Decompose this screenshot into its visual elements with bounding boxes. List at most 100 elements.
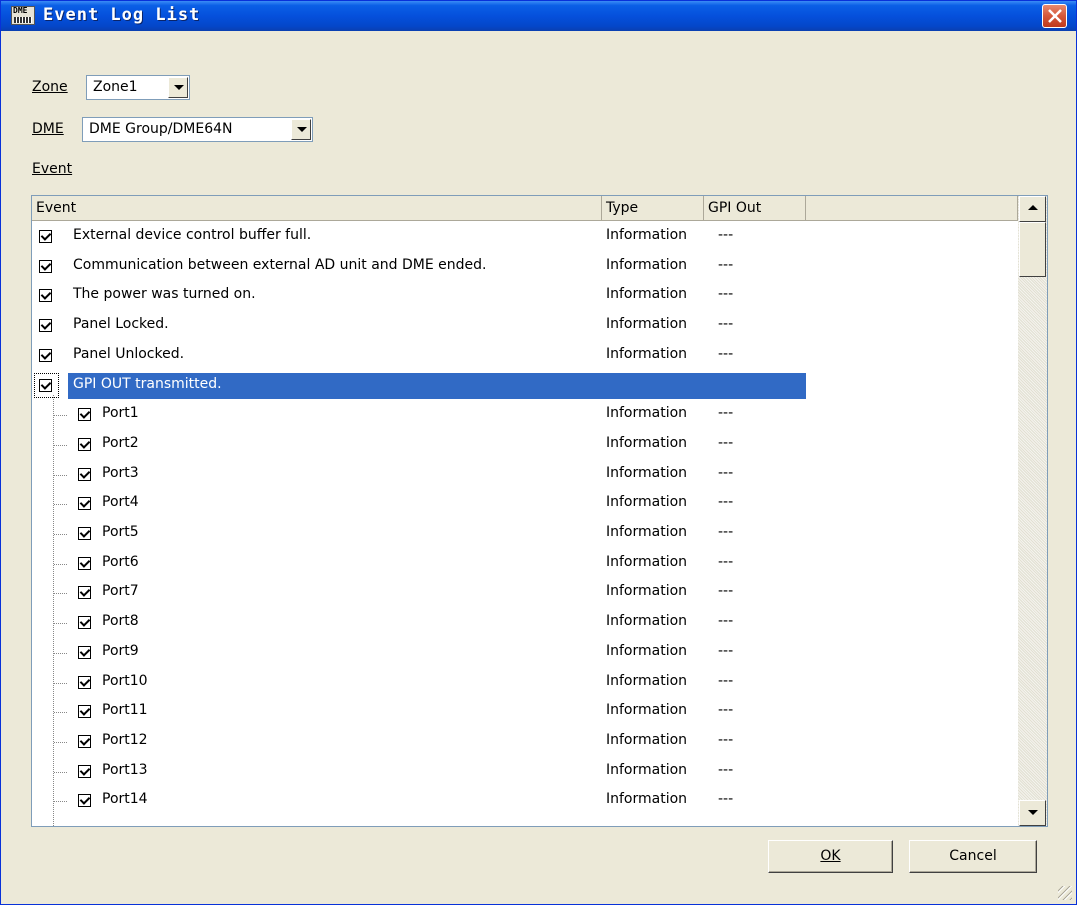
table-row[interactable]: Port8 Information --- — [32, 608, 1018, 638]
event-checkbox[interactable] — [78, 408, 91, 421]
table-row[interactable]: Port3 Information --- — [32, 460, 1018, 490]
column-header-gpi-out[interactable]: GPI Out — [704, 196, 806, 221]
resize-grip-icon[interactable] — [1058, 886, 1072, 900]
event-gpi-out: --- — [718, 405, 734, 421]
event-gpi-out: --- — [718, 673, 734, 689]
arrow-down-icon — [1028, 810, 1038, 815]
event-type: Information — [606, 791, 688, 807]
table-row[interactable]: Port4 Information --- — [32, 489, 1018, 519]
event-type: Information — [606, 346, 688, 362]
event-gpi-out: --- — [718, 465, 734, 481]
chevron-down-icon — [174, 85, 184, 90]
event-type: Information — [606, 465, 688, 481]
dme-label: DME — [32, 121, 64, 137]
event-name: Panel Locked. — [73, 316, 169, 332]
event-checkbox[interactable] — [78, 794, 91, 807]
event-name: Communication between external AD unit a… — [73, 257, 487, 273]
tree-vertical-line — [53, 395, 55, 826]
event-checkbox[interactable] — [39, 379, 52, 392]
event-checkbox[interactable] — [78, 586, 91, 599]
event-checkbox[interactable] — [78, 438, 91, 451]
table-row[interactable]: Port5 Information --- — [32, 519, 1018, 549]
dme-dropdown-button[interactable] — [291, 119, 311, 140]
event-checkbox[interactable] — [78, 646, 91, 659]
event-checkbox[interactable] — [78, 557, 91, 570]
table-row[interactable]: Panel Locked. Information --- — [32, 311, 1018, 341]
table-row[interactable]: Port7 Information --- — [32, 578, 1018, 608]
event-name: Port9 — [102, 643, 139, 659]
event-checkbox[interactable] — [78, 527, 91, 540]
event-checkbox[interactable] — [78, 616, 91, 629]
title-bar[interactable]: DME Event Log List — [1, 1, 1076, 31]
tree-connector — [54, 475, 67, 476]
scroll-down-button[interactable] — [1019, 800, 1046, 826]
event-checkbox[interactable] — [78, 497, 91, 510]
zone-select[interactable]: Zone1 — [86, 75, 190, 100]
column-header-type[interactable]: Type — [602, 196, 704, 221]
event-name: Panel Unlocked. — [73, 346, 185, 362]
table-row[interactable]: Port10 Information --- — [32, 668, 1018, 698]
event-type: Information — [606, 494, 688, 510]
event-gpi-out: --- — [718, 583, 734, 599]
event-type: Information — [606, 405, 688, 421]
event-checkbox[interactable] — [78, 468, 91, 481]
event-list[interactable]: Event Type GPI Out External device contr… — [31, 195, 1048, 827]
event-name: External device control buffer full. — [73, 227, 312, 243]
close-button[interactable] — [1042, 4, 1067, 28]
table-row[interactable]: Port6 Information --- — [32, 549, 1018, 579]
table-row[interactable]: Port1 Information --- — [32, 400, 1018, 430]
event-gpi-out: --- — [718, 762, 734, 778]
event-checkbox[interactable] — [39, 319, 52, 332]
table-row[interactable]: Port11 Information --- — [32, 697, 1018, 727]
event-gpi-out: --- — [718, 791, 734, 807]
event-log-list-dialog: DME Event Log List Zone Zone1 DME DME Gr… — [0, 0, 1077, 905]
event-checkbox[interactable] — [78, 735, 91, 748]
table-row[interactable]: The power was turned on. Information --- — [32, 281, 1018, 311]
table-row[interactable]: Port13 Information --- — [32, 757, 1018, 787]
event-type: Information — [606, 524, 688, 540]
table-row[interactable]: Port12 Information --- — [32, 727, 1018, 757]
table-row[interactable]: Port14 Information --- — [32, 786, 1018, 816]
event-type: Information — [606, 762, 688, 778]
event-checkbox[interactable] — [39, 230, 52, 243]
table-row[interactable]: Port2 Information --- — [32, 430, 1018, 460]
cancel-button[interactable]: Cancel — [909, 840, 1037, 873]
scroll-up-button[interactable] — [1019, 196, 1046, 222]
table-row[interactable]: GPI OUT transmitted. — [32, 371, 1018, 401]
event-checkbox[interactable] — [39, 289, 52, 302]
app-icon-label: DME — [13, 6, 28, 15]
event-type: Information — [606, 643, 688, 659]
tree-connector — [54, 653, 67, 654]
tree-connector — [54, 415, 67, 416]
tree-connector — [54, 712, 67, 713]
event-section-label: Event — [32, 161, 73, 177]
scrollbar-thumb[interactable] — [1019, 222, 1046, 277]
event-gpi-out: --- — [718, 732, 734, 748]
event-gpi-out: --- — [718, 286, 734, 302]
event-checkbox[interactable] — [78, 765, 91, 778]
column-header-event[interactable]: Event — [32, 196, 602, 221]
ok-button[interactable]: OK — [768, 840, 893, 873]
tree-connector — [54, 801, 67, 802]
zone-dropdown-button[interactable] — [168, 77, 188, 98]
event-name: Port8 — [102, 613, 139, 629]
tree-connector — [54, 564, 67, 565]
event-type: Information — [606, 227, 688, 243]
event-gpi-out: --- — [718, 227, 734, 243]
event-checkbox[interactable] — [39, 260, 52, 273]
table-row[interactable]: Panel Unlocked. Information --- — [32, 341, 1018, 371]
event-type: Information — [606, 316, 688, 332]
event-checkbox[interactable] — [39, 349, 52, 362]
table-row[interactable]: External device control buffer full. Info… — [32, 222, 1018, 252]
event-type: Information — [606, 732, 688, 748]
table-row[interactable]: Communication between external AD unit a… — [32, 252, 1018, 282]
zone-label: Zone — [32, 79, 68, 95]
table-row[interactable]: Port9 Information --- — [32, 638, 1018, 668]
event-gpi-out: --- — [718, 613, 734, 629]
event-gpi-out: --- — [718, 702, 734, 718]
event-checkbox[interactable] — [78, 705, 91, 718]
dme-select[interactable]: DME Group/DME64N — [82, 117, 313, 142]
vertical-scrollbar[interactable] — [1018, 196, 1047, 826]
event-checkbox[interactable] — [78, 676, 91, 689]
event-type: Information — [606, 286, 688, 302]
